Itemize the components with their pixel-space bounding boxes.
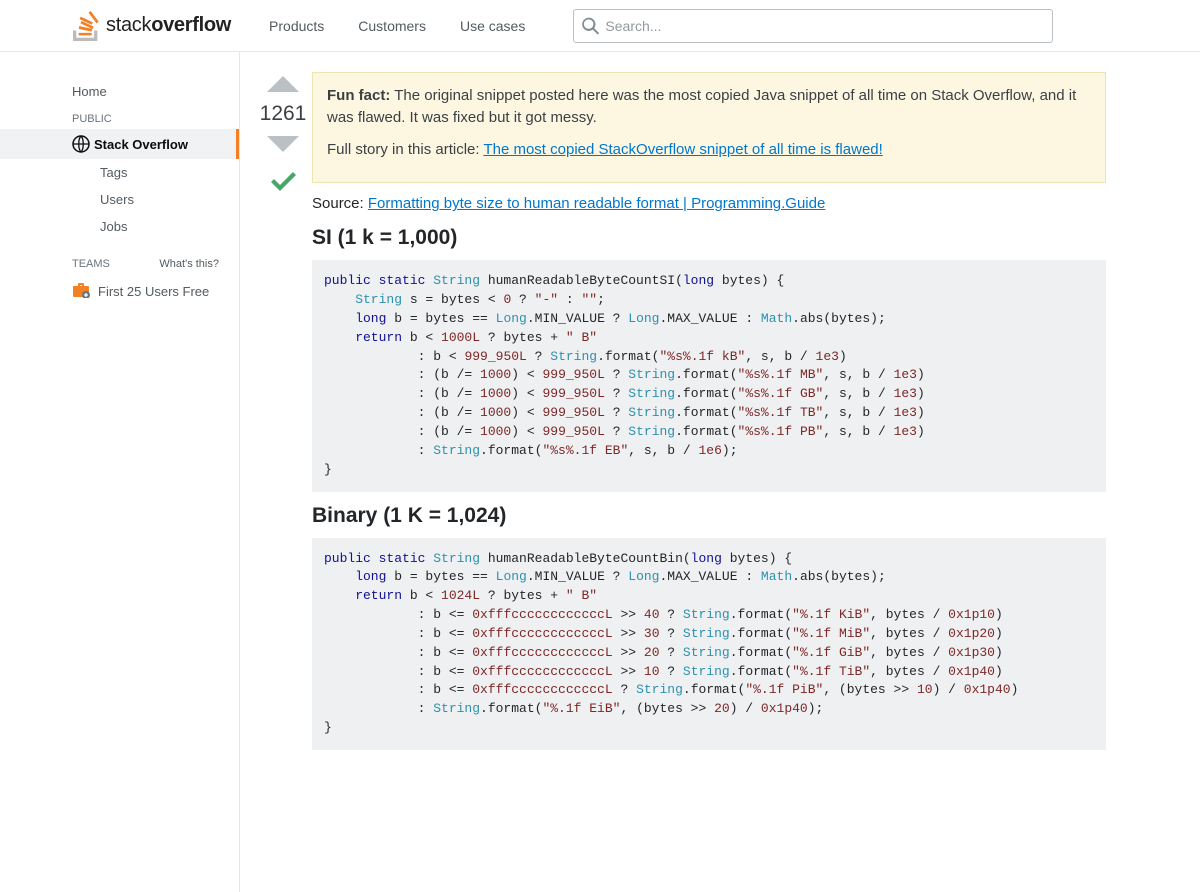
- nav-customers[interactable]: Customers: [344, 10, 440, 42]
- nav-products[interactable]: Products: [255, 10, 338, 42]
- stackoverflow-icon: [72, 11, 100, 41]
- search-icon: [582, 17, 599, 35]
- fun-fact-notice: Fun fact: The original snippet posted he…: [312, 72, 1106, 183]
- sidebar-teams-row: TEAMS What's this?: [0, 240, 239, 276]
- search-input[interactable]: [605, 18, 1044, 34]
- heading-binary: Binary (1 K = 1,024): [312, 504, 1106, 528]
- sidebar-jobs[interactable]: Jobs: [0, 213, 239, 240]
- heading-si: SI (1 k = 1,000): [312, 226, 1106, 250]
- sidebar-tags[interactable]: Tags: [0, 159, 239, 186]
- vote-column: 1261: [254, 72, 312, 872]
- briefcase-icon: [72, 282, 90, 301]
- accepted-check-icon: [265, 164, 301, 200]
- code-block-si[interactable]: public static String humanReadableByteCo…: [312, 260, 1106, 491]
- code-block-binary[interactable]: public static String humanReadableByteCo…: [312, 538, 1106, 750]
- sidebar-teams-label: TEAMS: [72, 258, 110, 270]
- main-content: 1261 Fun fact: The original snippet post…: [240, 52, 1200, 892]
- site-logo[interactable]: stackoverflow: [72, 11, 231, 41]
- source-line: Source: Formatting byte size to human re…: [312, 195, 1106, 212]
- funfact-text: The original snippet posted here was the…: [327, 87, 1076, 126]
- source-link[interactable]: Formatting byte size to human readable f…: [368, 195, 825, 212]
- vote-count: 1261: [260, 98, 307, 130]
- sidebar-whats-this[interactable]: What's this?: [159, 258, 219, 270]
- sidebar-first25[interactable]: First 25 Users Free: [0, 276, 239, 307]
- sidebar-public-label: PUBLIC: [0, 105, 239, 129]
- fullstory-pre: Full story in this article:: [327, 141, 483, 158]
- globe-icon: [72, 135, 90, 153]
- logo-text: stackoverflow: [106, 14, 231, 37]
- fullstory-link[interactable]: The most copied StackOverflow snippet of…: [483, 141, 882, 158]
- upvote-button[interactable]: [267, 76, 299, 92]
- nav-usecases[interactable]: Use cases: [446, 10, 539, 42]
- top-navbar: stackoverflow Products Customers Use cas…: [0, 0, 1200, 52]
- answer-body: Fun fact: The original snippet posted he…: [312, 72, 1132, 872]
- downvote-button[interactable]: [267, 136, 299, 152]
- funfact-label: Fun fact:: [327, 87, 390, 104]
- sidebar-users[interactable]: Users: [0, 186, 239, 213]
- left-sidebar: Home PUBLIC Stack Overflow Tags Users Jo…: [0, 52, 240, 892]
- sidebar-home[interactable]: Home: [0, 78, 239, 105]
- search-box[interactable]: [573, 9, 1053, 43]
- sidebar-stack-overflow[interactable]: Stack Overflow: [0, 129, 239, 159]
